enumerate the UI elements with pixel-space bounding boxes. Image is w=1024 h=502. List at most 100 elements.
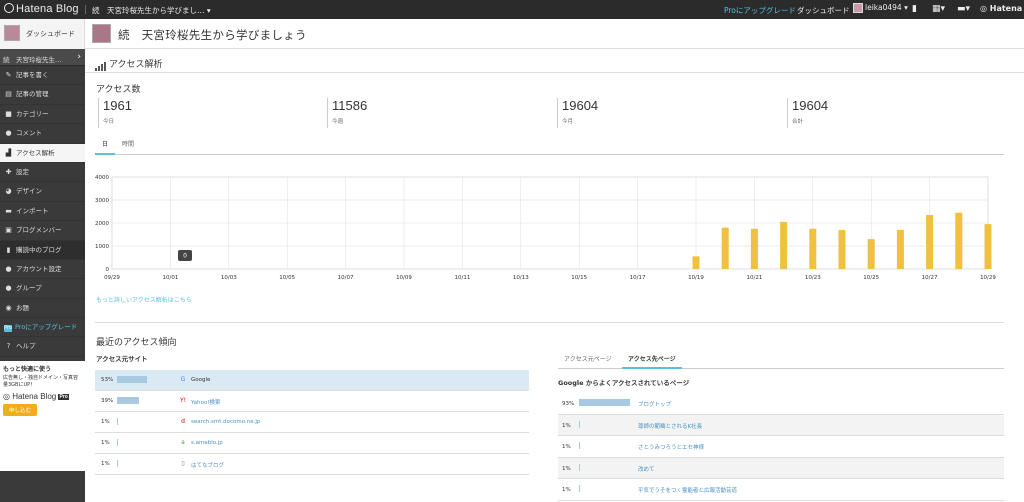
grid-menu-icon[interactable]: ▦▾	[932, 4, 945, 14]
help-icon: ?	[6, 342, 11, 351]
top-navigation-bar: Hatena Blog 続 天宮玲桜先生から学びまし… ▾ Proにアップグレー…	[0, 0, 1024, 19]
stat-week: 11586 今週	[327, 98, 367, 128]
sidebar-item-truck[interactable]: ▬ インポート	[0, 202, 85, 222]
user-menu[interactable]: leika0494 ▾	[853, 3, 908, 13]
x-tick-label: 10/27	[922, 275, 938, 281]
stat-month: 19604 今月	[557, 98, 598, 128]
sidebar-item-folder[interactable]: ■ カテゴリー	[0, 105, 85, 125]
table-row[interactable]: 93% ブログトップ	[558, 393, 1004, 415]
more-analytics-link[interactable]: もっと詳しいアクセス解析はこちら	[96, 295, 192, 304]
table-row[interactable]: 1% 平気でうそをつく霊能者と広報活動芸道	[558, 479, 1004, 501]
destination-name[interactable]: 改めて	[638, 465, 655, 473]
book-icon: ▮	[6, 245, 11, 254]
blog-avatar	[92, 24, 111, 43]
sidebar-item-label: アカウント設定	[16, 264, 62, 273]
sidebar-item-comment[interactable]: ● コメント	[0, 124, 85, 144]
sidebar-item-book[interactable]: ▮ 購読中のブログ	[0, 240, 85, 260]
chart-bar	[780, 221, 788, 269]
bookmark-icon[interactable]: ▮	[912, 4, 917, 14]
group-icon: ●	[5, 284, 12, 293]
x-tick-label: 10/21	[746, 275, 762, 281]
destination-share-bar	[579, 463, 580, 471]
destination-name[interactable]: 平気でうそをつく霊能者と広報活動芸道	[638, 486, 737, 494]
chart-bar	[984, 224, 992, 269]
table-row[interactable]: 53% G Google	[95, 370, 529, 391]
divider	[95, 322, 1004, 323]
sidebar-item-label: ブログメンバー	[16, 226, 62, 235]
source-share-bar	[117, 439, 118, 446]
sidebar-item-edit[interactable]: ✎ 記事を書く	[0, 66, 85, 86]
sidebar-item-wrench[interactable]: ✚ 設定	[0, 163, 85, 183]
sidebar-item-help[interactable]: ? ヘルプ	[0, 337, 85, 357]
chart-icon: ▟	[5, 148, 12, 157]
destination-name[interactable]: ブログトップ	[638, 400, 671, 408]
x-tick-label: 10/05	[279, 275, 295, 281]
table-row[interactable]: 1% 尊師の範疇とされるK社長	[558, 414, 1004, 437]
sidebar-blog-selector[interactable]: 続 天宮玲桜先生… ›	[0, 49, 85, 66]
table-row[interactable]: 1% ▯ はてなブログ	[95, 454, 529, 475]
tab-hour[interactable]: 時間	[115, 139, 141, 155]
chart-bar	[955, 212, 963, 269]
table-row[interactable]: 1% d search.smt.docomo.ne.jp	[95, 412, 529, 433]
x-tick-label: 10/11	[454, 275, 470, 281]
dashboard-button[interactable]: ダッシュボード	[0, 19, 85, 49]
sidebar-item-theme[interactable]: ◉ お題	[0, 299, 85, 319]
ameblo-icon: a	[181, 439, 185, 446]
hatena-link[interactable]: ◎ Hatena	[980, 4, 1022, 13]
dashboard-link[interactable]: ダッシュボード	[797, 5, 850, 16]
tab-source-pages[interactable]: アクセス元ページ	[558, 353, 618, 369]
tab-day[interactable]: 日	[95, 139, 116, 155]
sidebar-item-palette[interactable]: ◕ デザイン	[0, 182, 85, 202]
source-name[interactable]: Google	[191, 377, 210, 383]
tab-destination-pages[interactable]: アクセス先ページ	[622, 353, 682, 369]
stat-total: 19604 合計	[787, 98, 828, 128]
x-tick-label: 10/03	[221, 275, 237, 281]
chart-bar	[750, 228, 758, 269]
sidebar-item-label: Proにアップグレード	[15, 323, 78, 332]
chart-bar	[867, 239, 875, 269]
sidebar-item-document[interactable]: ▤ 記事の管理	[0, 85, 85, 105]
x-tick-label: 10/19	[688, 275, 704, 281]
x-tick-label: 10/25	[863, 275, 879, 281]
topbar-blog-name[interactable]: 続 天宮玲桜先生から学びまし… ▾	[92, 5, 211, 16]
destinations-title: Google からよくアクセスされているページ	[558, 379, 690, 387]
source-share-bar	[117, 397, 139, 404]
notification-icon[interactable]: ▬▾	[957, 4, 970, 14]
sidebar-item-label: アクセス解析	[16, 148, 55, 157]
source-name[interactable]: search.smt.docomo.ne.jp	[191, 419, 260, 425]
page-header: ダッシュボード 続 天宮玲桜先生から学びましょう	[0, 19, 1024, 49]
blog-title[interactable]: 続 天宮玲桜先生から学びましょう	[118, 27, 307, 43]
sidebar-item-label: グループ	[16, 284, 42, 293]
source-percent: 1%	[101, 461, 110, 467]
destination-name[interactable]: さとうみつろうとエセ神様	[638, 443, 704, 451]
source-percent: 53%	[101, 377, 114, 383]
sidebar-item-label: 設定	[16, 167, 29, 176]
source-name[interactable]: Yahoo!検索	[191, 398, 220, 406]
sidebar-item-members[interactable]: ▣ ブログメンバー	[0, 221, 85, 241]
theme-icon: ◉	[5, 303, 12, 312]
table-row[interactable]: 1% a s.ameblo.jp	[95, 433, 529, 454]
sidebar-item-label: コメント	[16, 129, 42, 138]
sidebar-item-chart[interactable]: ▟ アクセス解析	[0, 143, 85, 163]
sidebar-item-group[interactable]: ● グループ	[0, 279, 85, 299]
x-tick-label: 10/07	[338, 275, 354, 281]
source-name[interactable]: はてなブログ	[191, 461, 224, 469]
apply-button[interactable]: 申し込む	[3, 404, 38, 416]
x-tick-label: 10/09	[396, 275, 412, 281]
hatena-blog-logo[interactable]: Hatena Blog	[4, 3, 79, 15]
table-row[interactable]: 1% 改めて	[558, 457, 1004, 480]
destination-name[interactable]: 尊師の範疇とされるK社長	[638, 422, 702, 430]
source-name[interactable]: s.ameblo.jp	[191, 440, 223, 446]
table-row[interactable]: 1% さとうみつろうとエセ神様	[558, 436, 1004, 458]
source-percent: 1%	[101, 440, 110, 446]
table-row[interactable]: 39% Y! Yahoo!検索	[95, 391, 529, 412]
source-percent: 1%	[101, 419, 110, 425]
sidebar-item-pro[interactable]: Pro Proにアップグレード	[0, 318, 85, 338]
sources-title: アクセス元サイト	[96, 355, 148, 363]
palette-icon: ◕	[5, 187, 12, 196]
promo-text: 広告無し・独自ドメイン・写真容量3GBにUP！	[3, 375, 79, 388]
pro-upgrade-link[interactable]: Proにアップグレード	[724, 5, 796, 16]
chart-icon	[95, 61, 107, 71]
dashboard-label: ダッシュボード	[26, 30, 75, 38]
sidebar-item-gear[interactable]: ● アカウント設定	[0, 260, 85, 280]
